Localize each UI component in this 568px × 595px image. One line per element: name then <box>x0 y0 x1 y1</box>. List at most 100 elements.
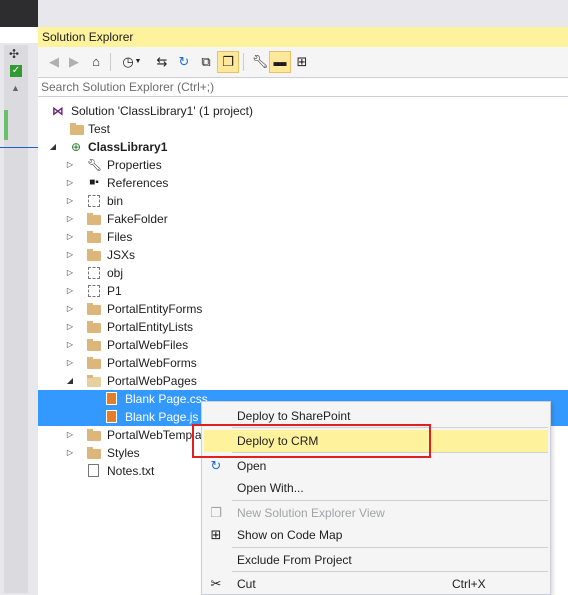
search-box[interactable] <box>38 77 568 97</box>
properties-icon[interactable]: 🔧︎ <box>249 51 271 73</box>
sync-icon[interactable]: ⇆ <box>151 51 173 73</box>
menu-item-label: New Solution Explorer View <box>237 506 385 520</box>
preview-icon[interactable]: ▬ <box>269 51 291 73</box>
search-input[interactable] <box>41 79 561 95</box>
toolbar-separator <box>243 53 244 71</box>
panel-title-bar: Solution Explorer <box>38 27 568 47</box>
tree-item-label: Notes.txt <box>107 464 155 478</box>
expand-arrow-icon[interactable]: ▷ <box>65 264 75 282</box>
tree-item-jsxs[interactable]: ▷ JSXs <box>38 246 568 264</box>
split-icon[interactable]: ✣ <box>9 47 19 61</box>
tree-item-label: Solution 'ClassLibrary1' (1 project) <box>71 104 253 118</box>
menu-item-label: Show on Code Map <box>237 528 343 542</box>
folder-icon <box>87 303 101 315</box>
chevron-down-icon[interactable]: ▼ <box>133 51 143 73</box>
tree-item-label: References <box>107 176 169 190</box>
tree-item-label: Test <box>88 122 111 136</box>
tree-item-label: Blank Page.css <box>125 392 208 406</box>
scroll-up-icon[interactable]: ▲ <box>11 83 20 93</box>
tree-item-p1[interactable]: ▷ P1 <box>38 282 568 300</box>
open-icon: ↻ <box>210 458 222 473</box>
status-check-icon: ✓ <box>10 65 22 77</box>
expand-arrow-icon[interactable]: ▷ <box>65 246 75 264</box>
expand-arrow-icon[interactable]: ▷ <box>65 300 75 318</box>
collapse-arrow-icon[interactable]: ◢ <box>65 372 75 390</box>
menu-separator <box>232 547 548 548</box>
tree-item-label: obj <box>107 266 124 280</box>
expand-arrow-icon[interactable]: ▷ <box>65 210 75 228</box>
tree-item-portalwebforms[interactable]: ▷ PortalWebForms <box>38 354 568 372</box>
tree-item-label: FakeFolder <box>107 212 168 226</box>
tree-item-label: JSXs <box>107 248 136 262</box>
collapse-arrow-icon[interactable]: ◢ <box>48 138 58 156</box>
tree-item-label: PortalWebFiles <box>107 338 189 352</box>
tree-item-test[interactable]: Test <box>38 120 568 138</box>
solution-explorer-toolbar: ◀ ▶ ⌂ ◷ ▼ ⇆ ↻ ⧉ ❐ 🔧︎ ▬ ⊞ <box>38 47 568 77</box>
menu-item-label: Exclude From Project <box>237 553 352 567</box>
expand-arrow-icon[interactable]: ▷ <box>65 318 75 336</box>
expand-arrow-icon[interactable]: ▷ <box>65 282 75 300</box>
menu-item-cut[interactable]: ✂ Cut Ctrl+X <box>202 573 550 595</box>
folder-icon <box>87 231 101 243</box>
tree-item-label: PortalWebForms <box>107 356 197 370</box>
code-map-icon: ⊞ <box>210 527 222 542</box>
menu-item-label: Deploy to SharePoint <box>237 409 351 423</box>
tree-item-files[interactable]: ▷ Files <box>38 228 568 246</box>
tree-item-references[interactable]: ▷ ■▪ References <box>38 174 568 192</box>
text-file-icon <box>88 464 99 477</box>
editor-dark-corner <box>0 0 38 27</box>
expand-arrow-icon[interactable]: ▷ <box>65 426 75 444</box>
expand-arrow-icon[interactable]: ▷ <box>65 228 75 246</box>
folder-icon <box>87 249 101 261</box>
excluded-folder-icon <box>88 195 100 207</box>
show-all-files-icon[interactable]: ❐ <box>217 51 239 73</box>
editor-gutter: ✣ ✓ ▲ <box>0 43 38 595</box>
expand-arrow-icon[interactable]: ▷ <box>65 192 75 210</box>
home-icon[interactable]: ⌂ <box>85 51 107 73</box>
tree-item-portalentitylists[interactable]: ▷ PortalEntityLists <box>38 318 568 336</box>
expand-arrow-icon[interactable]: ▷ <box>65 336 75 354</box>
code-map-icon[interactable]: ⊞ <box>291 51 313 73</box>
js-file-icon <box>106 410 117 423</box>
tree-item-label: Properties <box>107 158 162 172</box>
menu-item-exclude-from-project[interactable]: Exclude From Project <box>202 549 550 571</box>
expand-arrow-icon[interactable]: ▷ <box>65 156 75 174</box>
highlight-box <box>192 424 431 458</box>
excluded-folder-icon <box>88 267 100 279</box>
tree-item-portalwebfiles[interactable]: ▷ PortalWebFiles <box>38 336 568 354</box>
tree-item-label: bin <box>107 194 124 208</box>
folder-icon <box>87 213 101 225</box>
tree-item-portalwebpages[interactable]: ◢ PortalWebPages <box>38 372 568 390</box>
tree-item-properties[interactable]: ▷ 🔧︎ Properties <box>38 156 568 174</box>
toolbar-separator <box>110 53 111 71</box>
folder-icon <box>87 321 101 333</box>
folder-icon <box>87 429 101 441</box>
menu-item-new-solution-explorer-view: ❐ New Solution Explorer View <box>202 502 550 524</box>
solution-icon: ⋈ <box>52 104 64 118</box>
back-icon[interactable]: ◀ <box>43 51 65 73</box>
expand-arrow-icon[interactable]: ▷ <box>65 444 75 462</box>
expand-arrow-icon[interactable]: ▷ <box>65 354 75 372</box>
tree-item-label: PortalEntityLists <box>107 320 194 334</box>
menu-item-show-on-code-map[interactable]: ⊞ Show on Code Map <box>202 524 550 546</box>
new-view-icon: ❐ <box>210 505 222 520</box>
tree-item-label: PortalWebTempla <box>107 428 202 442</box>
collapse-all-icon[interactable]: ⧉ <box>195 51 217 73</box>
tree-item-classlibrary1[interactable]: ◢ ⊕ ClassLibrary1 <box>38 138 568 156</box>
tree-item-portalentityforms[interactable]: ▷ PortalEntityForms <box>38 300 568 318</box>
tree-item-obj[interactable]: ▷ obj <box>38 264 568 282</box>
caret-line <box>0 147 38 148</box>
wrench-icon: 🔧︎ <box>87 158 103 172</box>
tree-item-solution[interactable]: ⋈ Solution 'ClassLibrary1' (1 project) <box>38 102 568 120</box>
tree-item-fakefolder[interactable]: ▷ FakeFolder <box>38 210 568 228</box>
folder-open-icon <box>87 375 101 387</box>
forward-icon[interactable]: ▶ <box>63 51 85 73</box>
expand-arrow-icon[interactable]: ▷ <box>65 174 75 192</box>
folder-icon <box>87 447 101 459</box>
menu-separator <box>232 500 548 501</box>
menu-item-label: Open <box>237 459 267 473</box>
menu-item-open[interactable]: ↻ Open <box>202 455 550 477</box>
menu-item-open-with[interactable]: Open With... <box>202 477 550 499</box>
tree-item-bin[interactable]: ▷ bin <box>38 192 568 210</box>
refresh-icon[interactable]: ↻ <box>173 51 195 73</box>
